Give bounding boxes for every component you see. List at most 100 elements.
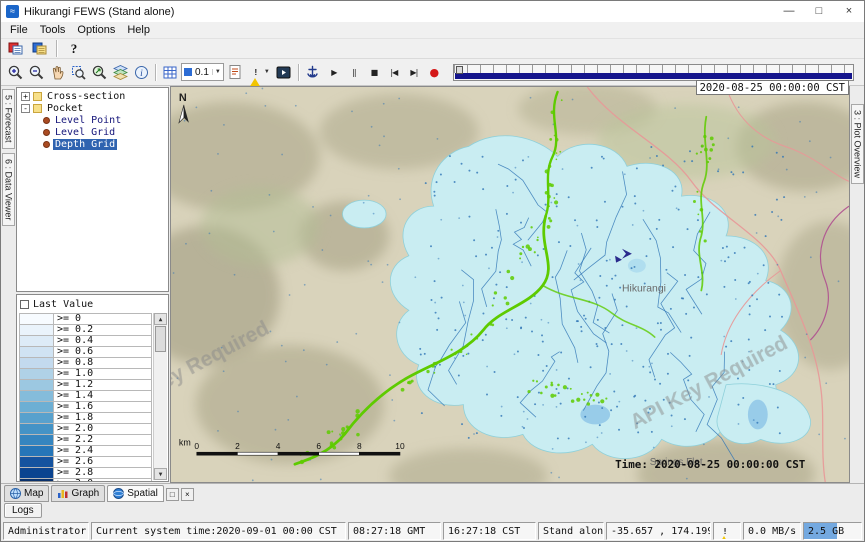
logs-button[interactable]: Logs xyxy=(4,503,42,518)
tree-label[interactable]: Cross-section xyxy=(45,91,127,102)
pan-icon[interactable] xyxy=(47,62,67,82)
database-display-icon[interactable] xyxy=(5,39,25,59)
menu-options[interactable]: Options xyxy=(71,23,121,37)
svg-text:2: 2 xyxy=(235,441,240,451)
window-controls: — □ × xyxy=(774,1,864,22)
chevron-down-icon: ▼ xyxy=(264,69,270,75)
right-tab-strip: 3 : Plot Overview xyxy=(850,86,864,483)
folder-icon xyxy=(33,104,42,113)
skip-to-start-button[interactable]: |◀ xyxy=(384,62,404,82)
svg-text:i: i xyxy=(140,69,143,79)
scrollbar-track[interactable] xyxy=(154,353,167,468)
tab-map[interactable]: Map xyxy=(4,485,49,502)
legend-color-swatch xyxy=(20,325,54,335)
zoom-extent-icon[interactable] xyxy=(89,62,109,82)
map-time-label: Time: 2020-08-25 00:00:00 CST xyxy=(615,458,806,471)
tree-label[interactable]: Pocket xyxy=(45,103,85,114)
warning-icon: ! xyxy=(718,525,732,537)
collapse-icon[interactable]: - xyxy=(21,104,30,113)
zoom-region-icon[interactable] xyxy=(68,62,88,82)
legend-color-swatch xyxy=(20,380,54,390)
svg-text:4: 4 xyxy=(276,441,281,451)
tab-data-viewer[interactable]: 6 : Data Viewer xyxy=(2,153,15,226)
expand-icon[interactable]: + xyxy=(21,92,30,101)
tab-map-label: Map xyxy=(24,488,43,499)
play-button[interactable]: ▶ xyxy=(324,62,344,82)
tab-plot-overview[interactable]: 3 : Plot Overview xyxy=(851,104,864,184)
legend-scrollbar[interactable]: ▲ ▼ xyxy=(153,313,167,480)
menu-file[interactable]: File xyxy=(4,23,34,37)
svg-text:10: 10 xyxy=(395,441,405,451)
app-window: ≈ Hikurangi FEWS (Stand alone) — □ × Fil… xyxy=(0,0,865,542)
report-icon[interactable] xyxy=(225,62,245,82)
legend-value-label: >= 3.0 xyxy=(54,479,152,482)
animation-export-icon[interactable] xyxy=(274,62,294,82)
tab-spatial[interactable]: Spatial xyxy=(107,485,164,502)
skip-to-end-button[interactable]: ▶| xyxy=(404,62,424,82)
tree-item-level-grid[interactable]: Level Grid xyxy=(17,126,168,138)
time-slider-handle[interactable] xyxy=(456,66,463,74)
grid-display-icon[interactable] xyxy=(160,62,180,82)
map-view[interactable]: API Key Required API Key Required Hikura… xyxy=(170,86,850,483)
toolbar-separator xyxy=(298,64,299,81)
legend-value-label: >= 0 xyxy=(54,314,152,324)
tree-item-level-point[interactable]: Level Point xyxy=(17,114,168,126)
legend-row: >= 3.0 xyxy=(20,479,152,482)
zoom-out-icon[interactable] xyxy=(26,62,46,82)
info-icon[interactable]: i xyxy=(131,62,151,82)
map-canvas[interactable]: API Key Required API Key Required Hikura… xyxy=(171,87,849,482)
legend-value-label: >= 0.4 xyxy=(54,336,152,346)
menu-help[interactable]: Help xyxy=(121,23,156,37)
legend-table: >= 0>= 0.2>= 0.4>= 0.6>= 0.8>= 1.0>= 1.2… xyxy=(19,313,152,481)
legend-color-swatch xyxy=(20,347,54,357)
tree-item-pocket[interactable]: - Pocket xyxy=(17,102,168,114)
record-button[interactable]: ● xyxy=(424,62,444,82)
legend-color-swatch xyxy=(20,424,54,434)
tree-label[interactable]: Level Grid xyxy=(53,127,117,138)
scrollbar-thumb[interactable] xyxy=(155,326,166,352)
close-button[interactable]: × xyxy=(834,1,864,22)
zoom-in-icon[interactable] xyxy=(5,62,25,82)
legend-value-label: >= 0.6 xyxy=(54,347,152,357)
legend-value-label: >= 1.4 xyxy=(54,391,152,401)
last-value-checkbox[interactable] xyxy=(20,300,29,309)
warning-dropdown[interactable]: ! ▼ xyxy=(246,62,273,82)
scroll-down-icon[interactable]: ▼ xyxy=(154,468,167,480)
status-user: Administrator xyxy=(3,522,89,540)
time-slider[interactable] xyxy=(453,64,854,81)
chart-icon xyxy=(57,488,68,499)
main-content: 5 : Forecast 6 : Data Viewer + Cross-sect… xyxy=(1,85,864,483)
left-tab-strip: 5 : Forecast 6 : Data Viewer xyxy=(1,86,15,483)
panel-float-button[interactable]: □ xyxy=(166,488,179,501)
stop-button[interactable]: ■ xyxy=(364,62,384,82)
menu-bar: FileToolsOptionsHelp xyxy=(1,22,864,39)
legend-value-label: >= 1.2 xyxy=(54,380,152,390)
toolbar-separator xyxy=(56,40,57,57)
tab-graph[interactable]: Graph xyxy=(51,485,105,502)
menu-tools[interactable]: Tools xyxy=(34,23,72,37)
tree-label[interactable]: Depth Grid xyxy=(53,139,117,150)
chevron-down-icon[interactable]: ▼ xyxy=(212,69,221,75)
tab-forecast[interactable]: 5 : Forecast xyxy=(2,89,15,149)
legend-color-swatch xyxy=(20,391,54,401)
tree-item-cross-section[interactable]: + Cross-section xyxy=(17,90,168,102)
tree-item-depth-grid[interactable]: Depth Grid xyxy=(17,138,168,150)
panel-close-button[interactable]: × xyxy=(181,488,194,501)
legend-value-label: >= 0.8 xyxy=(54,358,152,368)
scroll-up-icon[interactable]: ▲ xyxy=(154,313,167,325)
status-system-time: Current system time:2020-09-01 00:00 CST xyxy=(91,522,346,540)
legend-value-label: >= 2.0 xyxy=(54,424,152,434)
logs-row: Logs xyxy=(1,502,864,521)
tree-label[interactable]: Level Point xyxy=(53,115,123,126)
maximize-button[interactable]: □ xyxy=(804,1,834,22)
grid-value-combo[interactable]: 0.1 ▼ xyxy=(181,63,224,81)
profile-tool-icon[interactable] xyxy=(303,62,323,82)
layers-icon[interactable] xyxy=(110,62,130,82)
map-display-icon[interactable] xyxy=(29,39,49,59)
minimize-button[interactable]: — xyxy=(774,1,804,22)
pause-button[interactable]: || xyxy=(344,62,364,82)
label-hikurangi: Hikurangi xyxy=(622,283,666,294)
help-button[interactable]: ? xyxy=(64,39,84,59)
svg-text:km: km xyxy=(179,437,191,447)
tab-spatial-label: Spatial xyxy=(127,488,158,499)
